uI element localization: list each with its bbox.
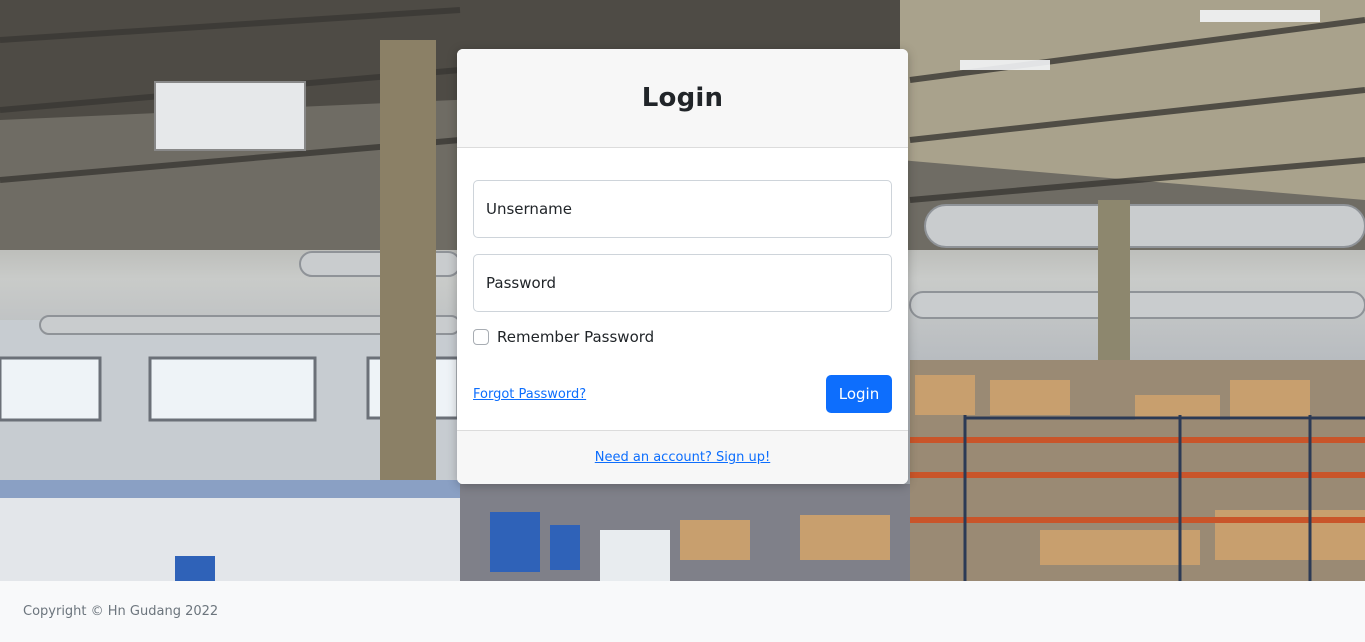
page-footer: Copyright © Hn Gudang 2022 <box>0 581 1365 642</box>
login-card-footer: Need an account? Sign up! <box>457 430 908 484</box>
login-card: Login Remember Password Forgot Password?… <box>457 49 908 484</box>
forgot-password-link[interactable]: Forgot Password? <box>473 387 586 402</box>
remember-password-checkbox[interactable] <box>473 329 489 345</box>
signup-link[interactable]: Need an account? Sign up! <box>595 450 770 465</box>
login-button[interactable]: Login <box>826 375 892 413</box>
login-form: Remember Password Forgot Password? Login <box>457 148 908 430</box>
copyright-text: Copyright © Hn Gudang 2022 <box>23 604 219 619</box>
remember-password-label[interactable]: Remember Password <box>497 328 654 346</box>
login-title: Login <box>641 83 724 113</box>
remember-password-row: Remember Password <box>473 328 892 346</box>
login-card-header: Login <box>457 49 908 148</box>
password-input[interactable] <box>473 254 892 312</box>
username-input[interactable] <box>473 180 892 238</box>
login-actions: Forgot Password? Login <box>473 375 892 413</box>
